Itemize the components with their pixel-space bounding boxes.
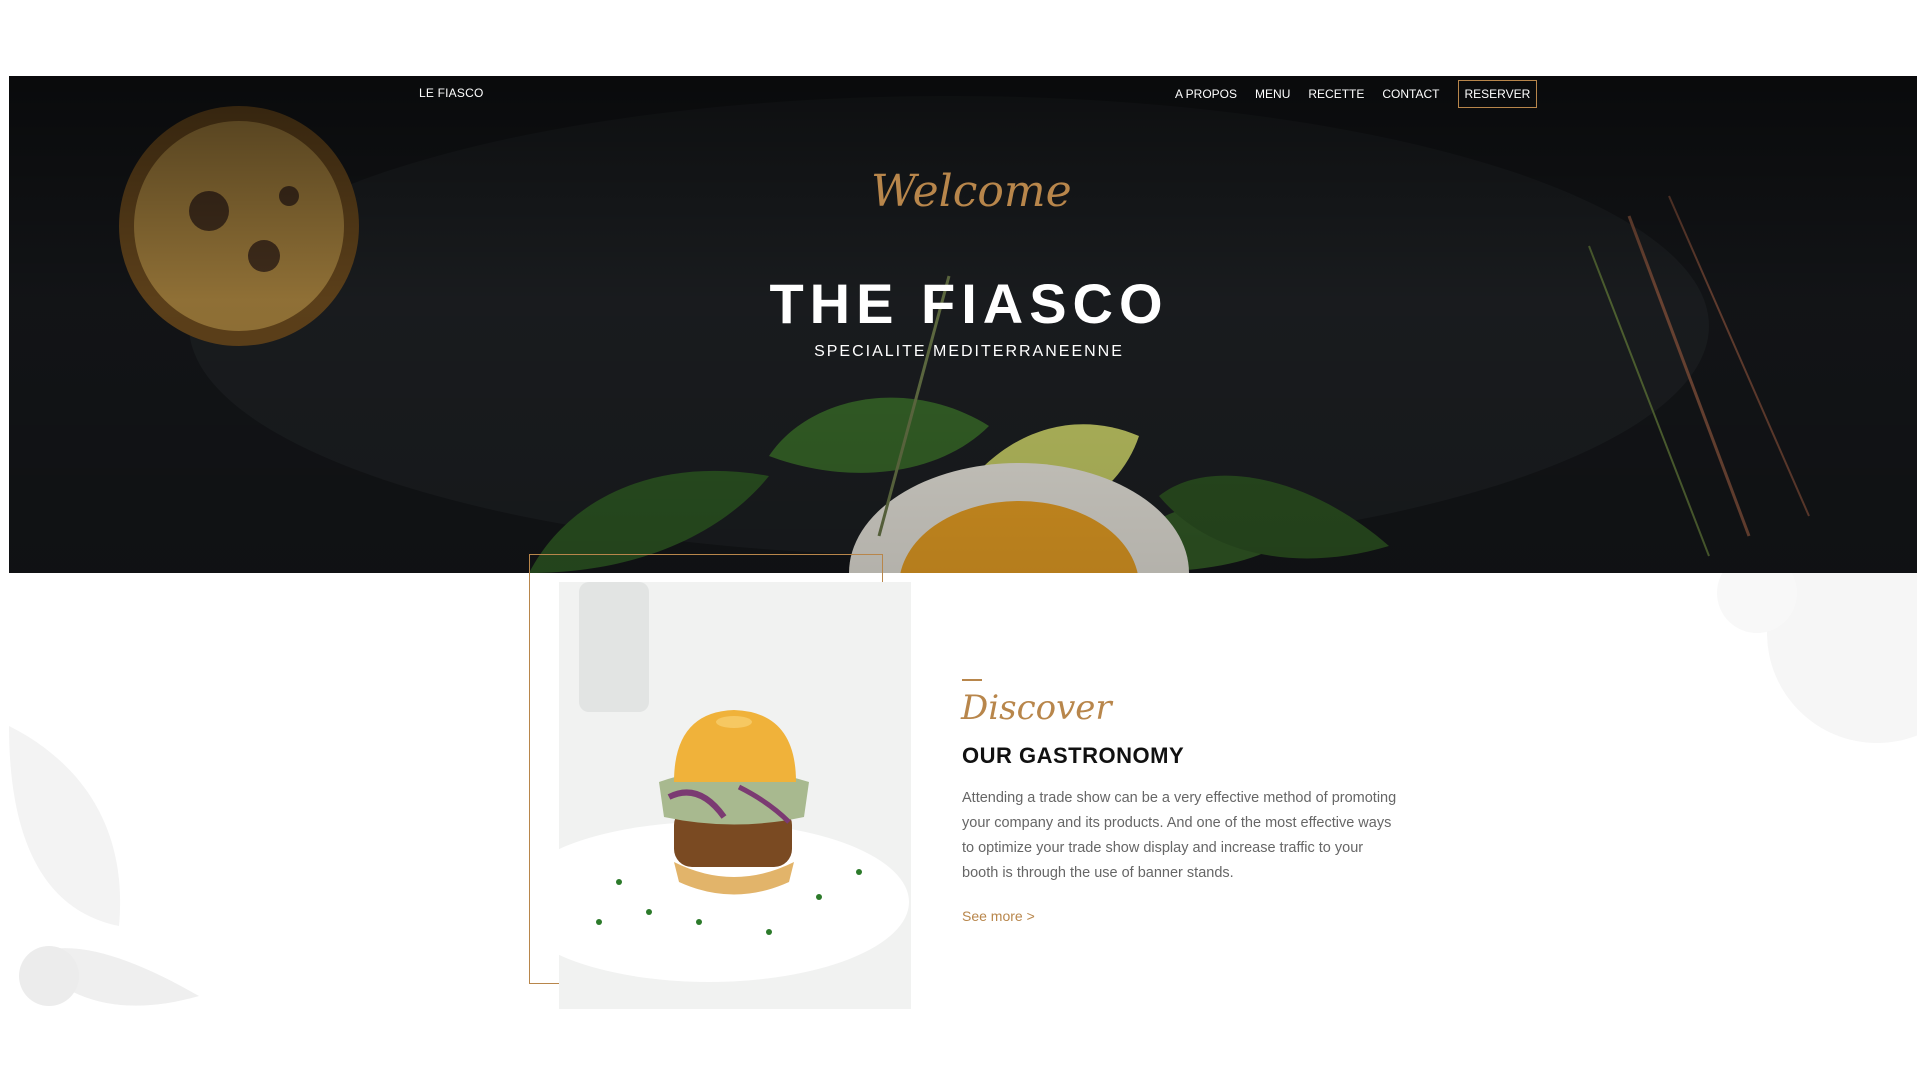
section-body-text: Attending a trade show can be a very eff… [962,790,1397,881]
hero-section: LE FIASCO A PROPOS MENU RECETTE CONTACT … [9,76,1917,573]
section-title: OUR GASTRONOMY [962,743,1185,768]
hero-welcome-script: Welcome [871,166,1072,217]
nav-item-a-propos[interactable]: A PROPOS [1175,79,1237,109]
bowl-decoration-icon [1717,573,1917,743]
main-nav: A PROPOS MENU RECETTE CONTACT RESERVER [1175,79,1538,109]
see-more-link[interactable]: See more > [962,908,1035,924]
brand-logo[interactable]: LE FIASCO [419,86,483,100]
nav-item-menu[interactable]: MENU [1255,79,1290,109]
nav-item-recette[interactable]: RECETTE [1308,79,1364,109]
nav-item-contact[interactable]: CONTACT [1382,79,1439,109]
accent-line [962,679,982,681]
discover-script-heading: Discover [961,688,1112,728]
leaf-decoration-icon [9,726,199,1006]
burger-photo [559,582,911,1009]
page: LE FIASCO A PROPOS MENU RECETTE CONTACT … [9,76,1917,1009]
reserve-button[interactable]: RESERVER [1457,80,1538,108]
hero-title: THE FIASCO [769,272,1169,335]
hero-subtitle: SPECIALITE MEDITERRANEENNE [814,343,1124,360]
